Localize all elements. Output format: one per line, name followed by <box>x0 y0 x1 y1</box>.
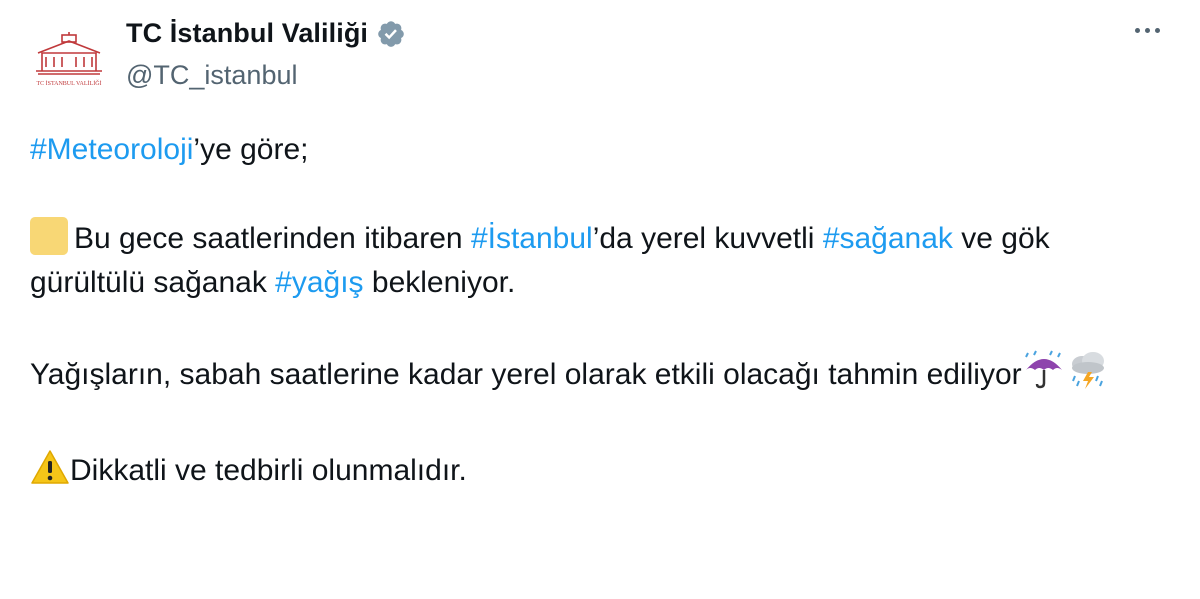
hashtag-meteoroloji[interactable]: #Meteoroloji <box>30 133 193 166</box>
hashtag-yagis[interactable]: #yağış <box>275 266 363 299</box>
author-name-row: TC İstanbul Valiliği <box>126 18 406 49</box>
paragraph-text: Dikkatli ve tedbirli olunmalıdır. <box>70 454 467 487</box>
display-name[interactable]: TC İstanbul Valiliği <box>126 18 368 49</box>
paragraph-text: Yağışların, sabah saatlerine kadar yerel… <box>30 358 1022 391</box>
governorship-building-logo: TC İSTANBUL VALİLİĞİ <box>36 32 102 87</box>
tweet-paragraph-2: Bu gece saatlerinden itibaren #İstanbul’… <box>30 217 1170 305</box>
tweet-paragraph-3: Yağışların, sabah saatlerine kadar yerel… <box>30 350 1170 403</box>
hashtag-saganak[interactable]: #sağanak <box>823 222 953 255</box>
user-handle[interactable]: @TC_istanbul <box>126 60 297 91</box>
hashtag-istanbul[interactable]: #İstanbul <box>471 222 593 255</box>
paragraph-text: Bu gece saatlerinden itibaren <box>74 222 471 255</box>
paragraph-text: bekleniyor. <box>363 266 516 299</box>
warning-icon <box>30 448 70 499</box>
yellow-square-icon <box>30 217 68 255</box>
cloud-with-lightning-and-rain-icon <box>1066 350 1110 403</box>
paragraph-text: ’ye göre; <box>193 133 309 166</box>
avatar-caption: TC İSTANBUL VALİLİĞİ <box>36 79 101 87</box>
tweet-paragraph-4: Dikkatli ve tedbirli olunmalıdır. <box>30 448 1170 499</box>
umbrella-with-rain-icon <box>1022 350 1066 403</box>
verified-badge-icon[interactable] <box>376 19 406 49</box>
avatar[interactable]: TC İSTANBUL VALİLİĞİ <box>30 22 108 100</box>
more-options-icon[interactable] <box>1133 22 1162 39</box>
paragraph-text: ’da yerel kuvvetli <box>592 222 823 255</box>
tweet-paragraph-1: #Meteoroloji’ye göre; <box>30 128 1170 172</box>
tweet-text: #Meteoroloji’ye göre; Bu gece saatlerind… <box>30 128 1170 499</box>
